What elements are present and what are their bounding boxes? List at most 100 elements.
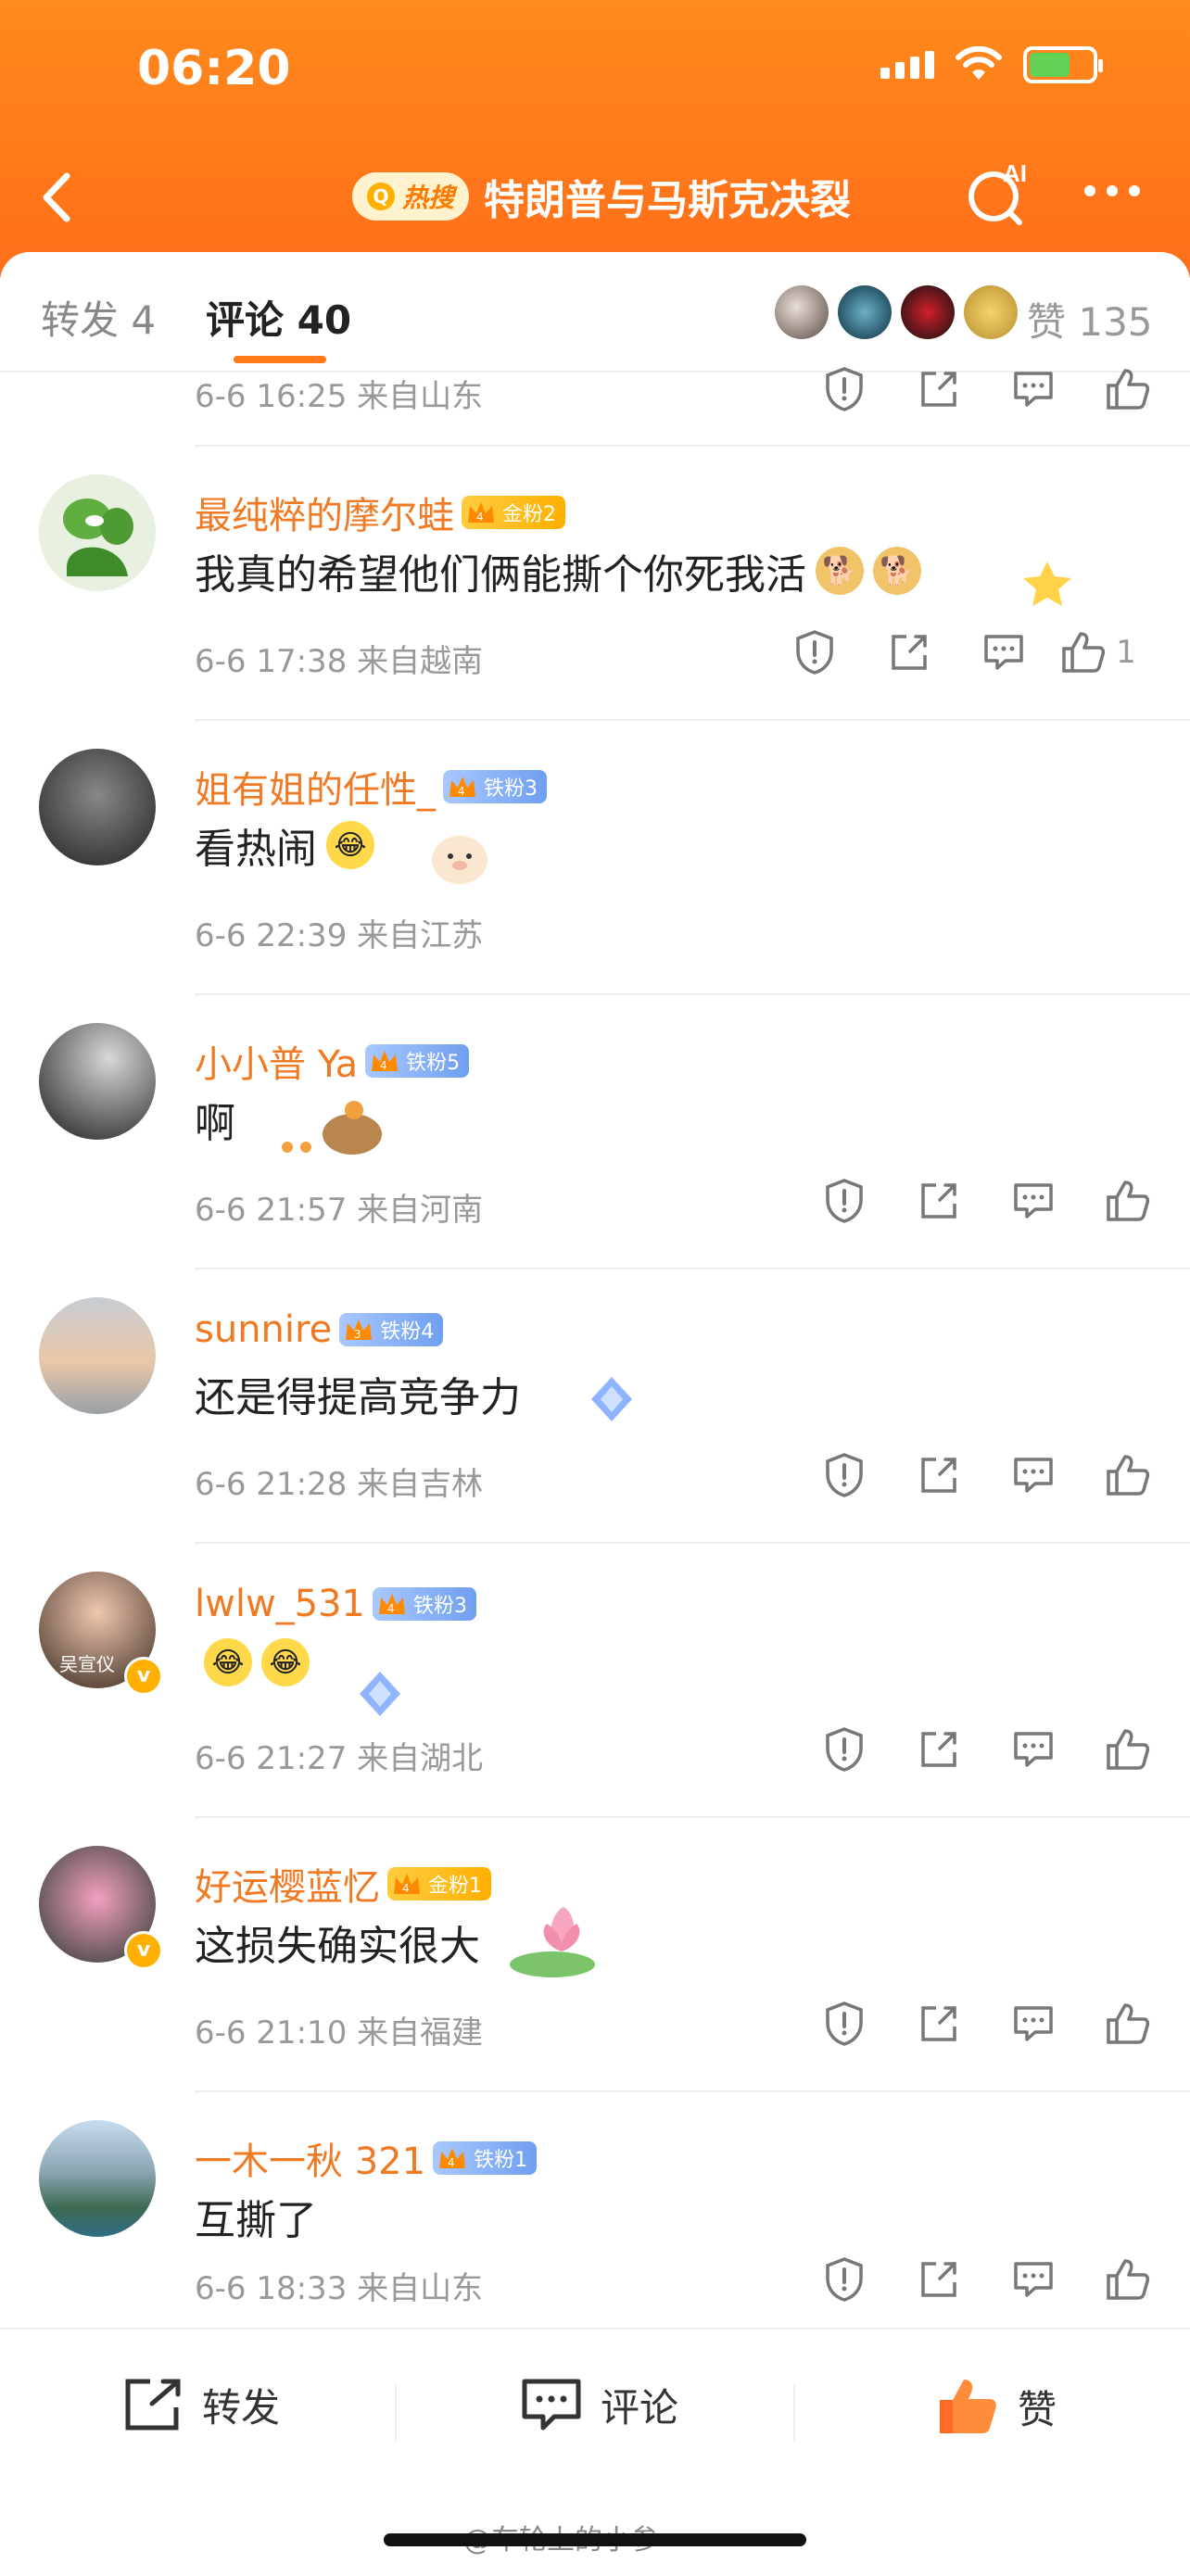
report-icon[interactable]	[797, 1724, 892, 1775]
comment-item: 姐有姐的任性_ 4 铁粉3 看热闹 😂 6-6 22:39 来自江苏	[0, 719, 1190, 993]
header: 06:20 Q 热搜 特朗普与马斯克决裂 AI	[0, 0, 1190, 278]
comment-text: 我真的希望他们俩能撕个你死我活 🐕 🐕	[195, 541, 921, 600]
fan-badge[interactable]: 4 金粉2	[462, 496, 565, 529]
username[interactable]: 好运樱蓝忆	[195, 1857, 380, 1911]
like-icon[interactable]	[1081, 2254, 1175, 2305]
divider	[793, 2385, 795, 2441]
divider	[195, 1268, 1190, 1269]
forward-button[interactable]: 转发	[120, 2376, 280, 2433]
verified-badge-icon: v	[124, 1657, 163, 1696]
fan-badge-label: 铁粉5	[406, 1052, 461, 1075]
ai-search-icon[interactable]: AI	[962, 156, 1036, 230]
divider	[195, 1816, 1190, 1818]
divider	[195, 1542, 1190, 1544]
battery-icon	[1023, 46, 1103, 83]
username[interactable]: 最纯粹的摩尔蛙	[195, 486, 454, 539]
crown-icon: 4	[468, 502, 494, 524]
reply-icon[interactable]	[986, 1998, 1081, 2050]
report-icon[interactable]	[797, 1175, 892, 1227]
title-wrap[interactable]: Q 热搜 特朗普与马斯克决裂	[352, 167, 851, 226]
lotus-sticker-icon	[510, 1907, 595, 1977]
report-icon[interactable]	[797, 363, 892, 415]
comment-button[interactable]: 评论	[519, 2376, 678, 2433]
report-icon[interactable]	[767, 626, 862, 678]
reply-icon[interactable]	[986, 1449, 1081, 1501]
share-icon[interactable]	[892, 1175, 986, 1227]
comment-meta: 6-6 21:57 来自河南	[195, 1192, 484, 1229]
divider	[195, 993, 1190, 995]
like-icon[interactable]	[1081, 363, 1175, 415]
fan-badge[interactable]: 4 铁粉3	[443, 770, 547, 803]
comment-text: 互撕了	[195, 2187, 317, 2246]
like-icon[interactable]: 1	[1051, 626, 1146, 678]
username[interactable]: 姐有姐的任性_	[195, 760, 436, 814]
status-icons	[880, 46, 1103, 83]
home-indicator[interactable]	[384, 2533, 806, 2546]
username[interactable]: 小小普 Ya	[195, 1034, 358, 1088]
crown-icon: 4	[372, 1051, 399, 1072]
comment-item: 一木一秋 321 4 铁粉1 互撕了 6-6 18:33 来自山东	[0, 2090, 1190, 2331]
capybara-sticker-icon	[282, 1101, 382, 1155]
avatar[interactable]	[39, 1297, 156, 1414]
diamond-sticker-icon	[360, 1672, 400, 1716]
fan-badge[interactable]: 4 金粉1	[387, 1867, 491, 1900]
likes-count[interactable]: 赞 135	[1027, 291, 1153, 347]
liker-avatars[interactable]	[775, 285, 1018, 339]
comment-text: 啊	[195, 1090, 235, 1149]
report-icon[interactable]	[797, 1449, 892, 1501]
back-icon[interactable]	[26, 165, 91, 230]
laughing-crying-emoji-icon: 😂	[204, 1638, 252, 1686]
doge-emoji-icon: 🐕	[816, 547, 864, 595]
username-row: 小小普 Ya 4 铁粉5	[195, 1034, 470, 1088]
comment-text: 这损失确实很大	[195, 1913, 480, 1972]
svg-text:4: 4	[402, 1882, 410, 1895]
reply-icon[interactable]	[956, 626, 1051, 678]
hot-search-chip[interactable]: Q 热搜	[352, 172, 470, 221]
tab-comments[interactable]: 评论 40	[206, 289, 351, 346]
reply-icon[interactable]	[986, 363, 1081, 415]
like-icon[interactable]	[1081, 1449, 1175, 1501]
comment-label: 评论	[601, 2384, 679, 2431]
fan-badge[interactable]: 4 铁粉3	[373, 1587, 477, 1621]
reply-icon[interactable]	[986, 1724, 1081, 1775]
laughing-crying-emoji-icon: 😂	[261, 1638, 310, 1686]
comment-actions	[797, 1175, 1175, 1227]
like-icon[interactable]	[1081, 1724, 1175, 1775]
username[interactable]: 一木一秋 321	[195, 2131, 425, 2185]
reply-icon[interactable]	[986, 2254, 1081, 2305]
report-icon[interactable]	[797, 2254, 892, 2305]
tab-forward[interactable]: 转发 4	[41, 289, 156, 346]
like-button[interactable]: 赞	[936, 2376, 1057, 2437]
like-icon[interactable]	[1081, 1175, 1175, 1227]
fan-badge[interactable]: 4 铁粉5	[365, 1044, 470, 1078]
share-icon[interactable]	[892, 2254, 986, 2305]
like-icon[interactable]	[1081, 1998, 1175, 2050]
share-icon[interactable]	[892, 363, 986, 415]
share-icon[interactable]	[892, 1449, 986, 1501]
search-icon: Q	[367, 183, 395, 210]
avatar	[964, 285, 1018, 339]
share-icon[interactable]	[892, 1998, 986, 2050]
report-icon[interactable]	[797, 1998, 892, 2050]
comment-item: 吴宣仪 v lwlw_531 4 铁粉3 😂 😂 6-6 21:27 来自湖北	[0, 1542, 1190, 1816]
username-row: lwlw_531 4 铁粉3	[195, 1583, 477, 1625]
hot-tag: 热搜	[402, 183, 455, 213]
fan-badge[interactable]: 4 铁粉1	[433, 2141, 538, 2175]
fan-badge-label: 金粉1	[428, 1875, 482, 1898]
avatar[interactable]	[39, 2120, 156, 2237]
crown-icon: 4	[379, 1594, 406, 1615]
share-icon[interactable]	[892, 1724, 986, 1775]
avatar[interactable]	[39, 1023, 156, 1140]
avatar[interactable]	[39, 749, 156, 865]
fan-badge[interactable]: 3 铁粉4	[339, 1313, 444, 1346]
share-icon	[125, 2379, 181, 2431]
share-icon[interactable]	[862, 626, 956, 678]
more-icon[interactable]	[1084, 185, 1140, 196]
avatar[interactable]	[39, 474, 156, 591]
comment-meta: 6-6 18:33 来自山东	[195, 2270, 484, 2307]
username[interactable]: sunnire	[195, 1308, 332, 1351]
username[interactable]: lwlw_531	[195, 1583, 365, 1625]
verified-badge-icon: v	[124, 1931, 163, 1970]
comment-text: 😂 😂	[195, 1638, 310, 1686]
reply-icon[interactable]	[986, 1175, 1081, 1227]
